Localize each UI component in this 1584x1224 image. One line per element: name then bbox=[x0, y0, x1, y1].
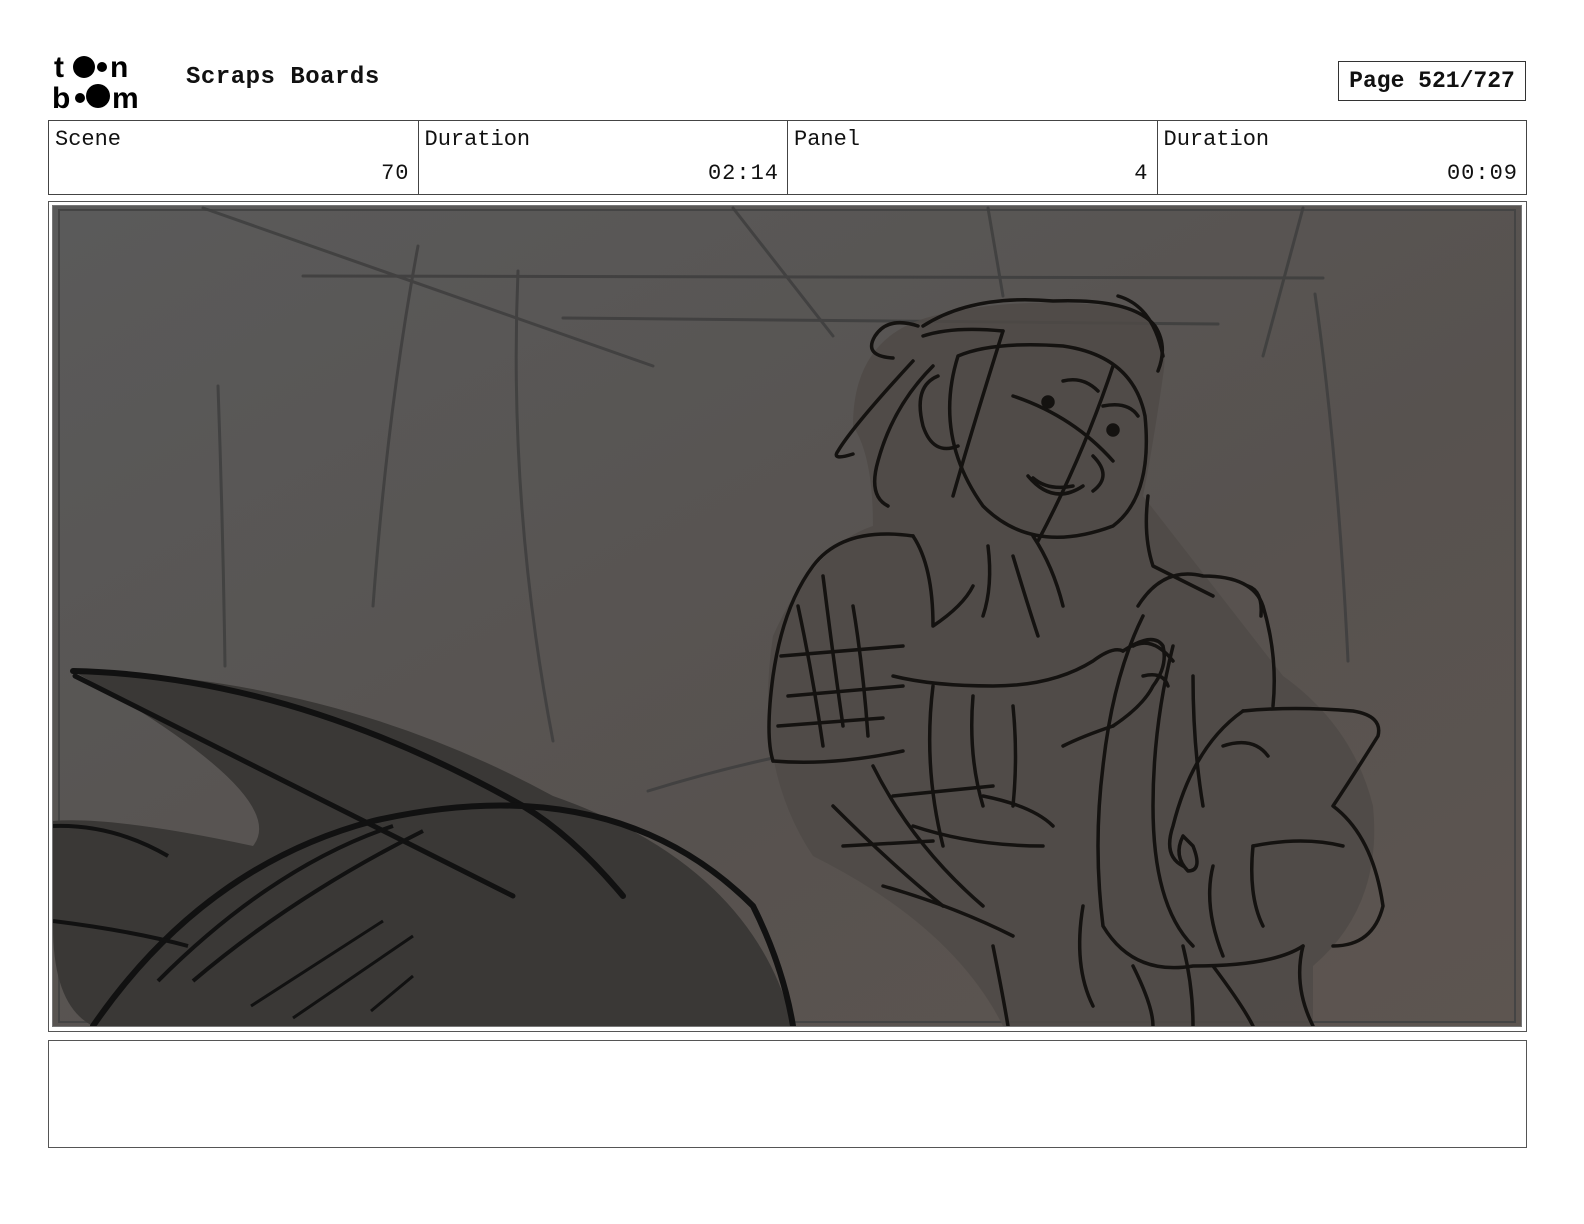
storyboard-panel bbox=[48, 201, 1527, 1032]
page-indicator: Page 521/727 bbox=[1338, 61, 1526, 101]
panel-cell: Panel 4 bbox=[788, 121, 1158, 194]
panel-duration-cell: Duration 00:09 bbox=[1158, 121, 1527, 194]
board-title: Scraps Boards bbox=[186, 64, 380, 91]
scene-duration-label: Duration bbox=[424, 127, 531, 152]
panel-duration-label: Duration bbox=[1163, 127, 1270, 152]
panel-notes-box bbox=[48, 1040, 1527, 1148]
panel-label: Panel bbox=[794, 127, 861, 152]
panel-sketch-image bbox=[52, 205, 1522, 1027]
panel-duration-value: 00:09 bbox=[1446, 161, 1518, 186]
svg-text:b: b bbox=[52, 82, 70, 112]
page-label: Page 521/727 bbox=[1349, 68, 1515, 94]
svg-text:n: n bbox=[110, 51, 128, 84]
scene-duration-value: 02:14 bbox=[707, 161, 779, 186]
panel-info-row: Scene 70 Duration 02:14 Panel 4 Duration… bbox=[48, 120, 1527, 195]
svg-text:m: m bbox=[112, 82, 139, 112]
scene-duration-cell: Duration 02:14 bbox=[419, 121, 788, 194]
scene-value: 70 bbox=[381, 161, 410, 186]
panel-value: 4 bbox=[1134, 161, 1149, 186]
toonboom-logo: t n b m bbox=[52, 50, 164, 115]
scene-cell: Scene 70 bbox=[49, 121, 419, 194]
scene-label: Scene bbox=[55, 127, 122, 152]
svg-text:t: t bbox=[54, 51, 64, 84]
